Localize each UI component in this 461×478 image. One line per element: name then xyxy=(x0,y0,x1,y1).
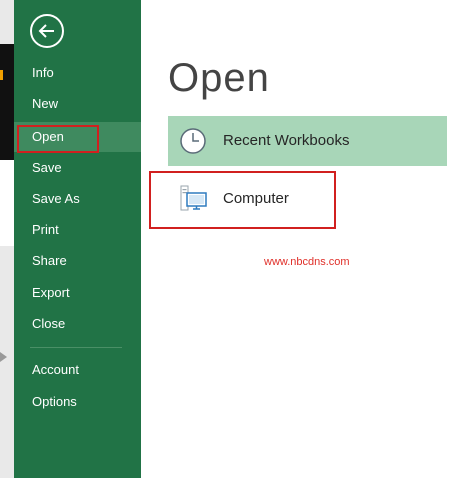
nav-item-close[interactable]: Close xyxy=(14,309,141,339)
nav-item-print[interactable]: Print xyxy=(14,215,141,245)
nav-item-save-as[interactable]: Save As xyxy=(14,184,141,214)
backstage-sidebar: Info New Open Save Save As Print Share E… xyxy=(14,0,141,478)
nav-item-account[interactable]: Account xyxy=(14,355,141,385)
nav-divider xyxy=(30,347,122,348)
nav-item-new[interactable]: New xyxy=(14,89,141,119)
open-highlight-box xyxy=(17,125,99,153)
nav-item-share[interactable]: Share xyxy=(14,246,141,276)
back-button[interactable] xyxy=(30,14,64,48)
nav-item-save[interactable]: Save xyxy=(14,153,141,183)
clock-icon xyxy=(180,128,206,154)
nav-item-info[interactable]: Info xyxy=(14,58,141,88)
background-white-panel xyxy=(0,160,14,246)
background-arrow-icon xyxy=(0,352,7,362)
nav-item-options[interactable]: Options xyxy=(14,387,141,417)
background-dark-panel xyxy=(0,44,14,160)
background-accent xyxy=(0,70,3,80)
location-recent-workbooks[interactable]: Recent Workbooks xyxy=(168,116,447,166)
watermark: www.nbcdns.com xyxy=(264,256,350,268)
page-title: Open xyxy=(168,56,270,100)
arrow-left-icon xyxy=(38,24,54,38)
nav-item-export[interactable]: Export xyxy=(14,278,141,308)
location-label: Recent Workbooks xyxy=(223,132,350,149)
background-app-strip xyxy=(0,0,14,478)
computer-highlight-box xyxy=(149,171,336,229)
